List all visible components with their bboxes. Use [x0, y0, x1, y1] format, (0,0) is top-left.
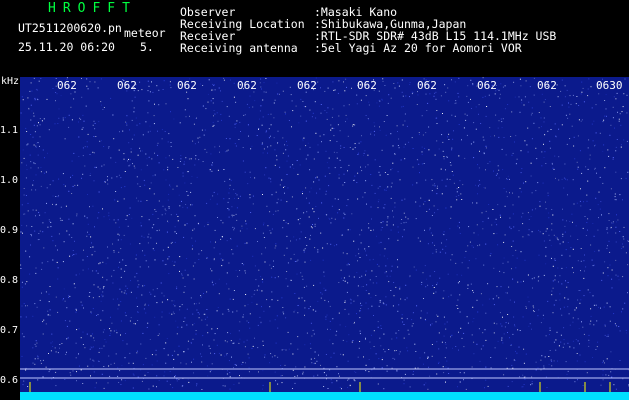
spectrogram-canvas: [20, 77, 629, 400]
event-type: meteor: [124, 26, 166, 40]
x-tick-label: 062: [357, 79, 377, 92]
y-tick-label: 0.8: [0, 275, 19, 286]
baseline-band: [20, 392, 629, 400]
x-tick-label: 062: [177, 79, 197, 92]
x-tick-label: 062: [417, 79, 437, 92]
file-name: UT2511200620.pn: [18, 21, 122, 35]
datetime: 25.11.20 06:20: [18, 40, 115, 54]
y-tick-label: 0.7: [0, 325, 19, 336]
y-unit-label: kHz: [1, 76, 20, 87]
x-tick-label: 062: [477, 79, 497, 92]
x-tick-label: 062: [537, 79, 557, 92]
header: HROFFT UT2511200620.pn meteor 25.11.20 0…: [0, 0, 629, 76]
y-tick-label: 1.1: [0, 125, 19, 136]
x-tick-label: 062: [57, 79, 77, 92]
x-tick-label: 0630: [596, 79, 623, 92]
spectrogram-plot: [20, 77, 629, 400]
y-tick-label: 0.9: [0, 225, 19, 236]
x-tick-label: 062: [297, 79, 317, 92]
x-tick-label: 062: [237, 79, 257, 92]
app-title: HROFFT: [48, 1, 137, 16]
info-antenna: Receiving antenna:5el Yagi Az 20 for Aom…: [180, 41, 522, 55]
y-tick-label: 1.0: [0, 175, 19, 186]
x-tick-label: 062: [117, 79, 137, 92]
noise-layer: [20, 77, 629, 390]
y-tick-label: 0.6: [0, 375, 19, 386]
event-count: 5.: [140, 40, 154, 54]
